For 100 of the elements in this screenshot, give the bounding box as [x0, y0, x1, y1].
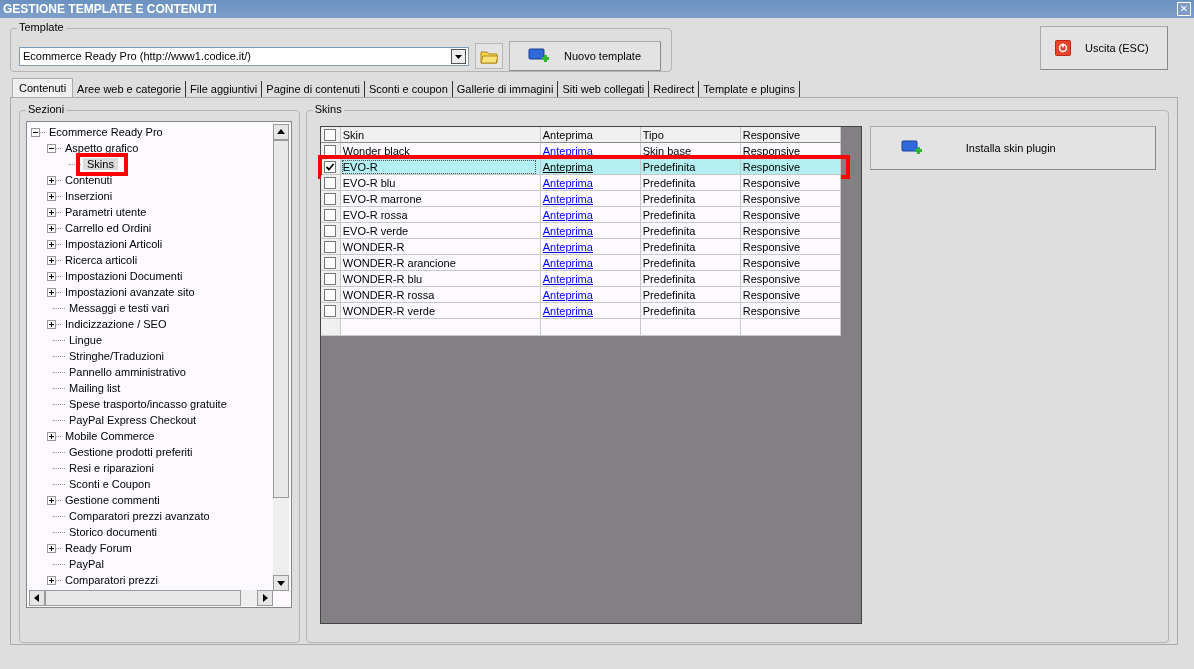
table-row[interactable]: WONDER-R rossa Anteprima Predefinita Responsive	[320, 287, 841, 303]
scroll-thumb[interactable]	[273, 140, 289, 498]
expand-icon[interactable]	[47, 271, 56, 281]
exit-button[interactable]: Uscita (ESC)	[1040, 26, 1168, 70]
tree-item[interactable]: Impostazioni Articoli	[63, 236, 165, 252]
tree-item[interactable]: Ricerca articoli	[63, 252, 140, 268]
scroll-right-icon	[257, 590, 273, 606]
tree-item[interactable]: Gestione prodotti preferiti	[67, 444, 195, 460]
preview-link[interactable]: Anteprima	[542, 256, 593, 269]
table-row[interactable]: WONDER-R arancione Anteprima Predefinita Responsive	[320, 255, 841, 271]
table-row[interactable]: EVO-R marrone Anteprima Predefinita Responsive	[320, 191, 841, 207]
checkbox[interactable]	[324, 288, 337, 301]
checkbox[interactable]	[324, 256, 337, 269]
tree-item[interactable]: Impostazioni Documenti	[63, 268, 185, 284]
tree-item[interactable]: Comparatori prezzi	[63, 572, 160, 588]
table-row[interactable]: WONDER-R Anteprima Predefinita Responsive	[320, 239, 841, 255]
preview-link[interactable]: Anteprima	[542, 192, 593, 205]
tree-item[interactable]: Pannello amministrativo	[67, 364, 188, 380]
preview-link[interactable]: Anteprima	[542, 176, 593, 189]
preview-link[interactable]: Anteprima	[542, 240, 593, 253]
checkbox[interactable]	[324, 224, 337, 237]
table-row[interactable]: WONDER-R blu Anteprima Predefinita Responsive	[320, 271, 841, 287]
table-cell: WONDER-R verde	[342, 304, 436, 317]
tree-item[interactable]: Skins	[83, 157, 118, 170]
table-cell: EVO-R rossa	[342, 208, 408, 221]
tree-item[interactable]: Contenuti	[63, 172, 115, 188]
table-cell: Predefinita	[642, 256, 696, 269]
tree-item[interactable]: Resi e riparazioni	[67, 460, 156, 476]
horizontal-scrollbar[interactable]	[29, 590, 273, 606]
preview-link[interactable]: Anteprima	[542, 144, 593, 157]
tree-item[interactable]: Aspetto grafico	[63, 140, 141, 156]
checkbox[interactable]	[324, 192, 337, 205]
tree-item[interactable]: Parametri utente	[63, 204, 149, 220]
table-cell: Predefinita	[642, 288, 696, 301]
install-skin-plugin-button[interactable]: Installa skin plugin	[869, 126, 1156, 170]
expand-icon[interactable]	[47, 175, 56, 185]
table-row[interactable]: WONDER-R verde Anteprima Predefinita Responsive	[320, 303, 841, 319]
tree-item[interactable]: Comparatori prezzi avanzato	[67, 508, 212, 524]
table-cell: WONDER-R arancione	[342, 256, 456, 269]
preview-link[interactable]: Anteprima	[542, 304, 593, 317]
checkbox[interactable]	[324, 240, 337, 253]
new-template-button[interactable]: Nuovo template	[509, 41, 661, 71]
table-cell: EVO-R marrone	[342, 192, 422, 205]
table-cell: WONDER-R	[342, 240, 405, 253]
tree-item[interactable]: Messaggi e testi vari	[67, 300, 172, 316]
power-icon	[1055, 40, 1071, 56]
expand-icon[interactable]	[47, 543, 56, 553]
table-cell: Responsive	[742, 272, 801, 285]
preview-link[interactable]: Anteprima	[542, 208, 593, 221]
tree-item[interactable]: Impostazioni avanzate sito	[63, 284, 197, 300]
table-cell: Predefinita	[642, 224, 696, 237]
tree-item[interactable]: Mailing list	[67, 380, 123, 396]
checkbox[interactable]	[324, 128, 337, 141]
tree-item[interactable]: Mobile Commerce	[63, 428, 157, 444]
tree-item[interactable]: Ecommerce Ready Pro	[47, 124, 165, 140]
expand-icon[interactable]	[47, 319, 56, 329]
template-dropdown[interactable]: Ecommerce Ready Pro (http://www1.codice.it/)	[19, 46, 469, 66]
tree-item[interactable]: Spese trasporto/incasso gratuite	[67, 396, 229, 412]
tree-item[interactable]: PayPal	[67, 556, 106, 572]
tree-item[interactable]: Ready Forum	[63, 540, 134, 556]
table-row[interactable]: EVO-R rossa Anteprima Predefinita Responsive	[320, 207, 841, 223]
preview-link[interactable]: Anteprima	[542, 160, 593, 173]
tree-item[interactable]: Indicizzazione / SEO	[63, 316, 169, 332]
tree-item[interactable]: Lingue	[67, 332, 105, 348]
expand-icon[interactable]	[47, 207, 56, 217]
expand-icon[interactable]	[47, 191, 56, 201]
preview-link[interactable]: Anteprima	[542, 288, 593, 301]
tree-item[interactable]: Storico documenti	[67, 524, 160, 540]
collapse-icon[interactable]	[31, 127, 40, 137]
tab[interactable]: Contenuti	[12, 78, 74, 98]
checkbox[interactable]	[324, 272, 337, 285]
vertical-scrollbar[interactable]	[273, 124, 289, 591]
tree-item[interactable]: Gestione commenti	[63, 492, 162, 508]
checkbox[interactable]	[324, 160, 337, 173]
tree-item[interactable]: PayPal Express Checkout	[67, 412, 199, 428]
expand-icon[interactable]	[47, 495, 56, 505]
table-cell: Predefinita	[642, 304, 696, 317]
table-cell: Responsive	[742, 160, 801, 173]
tree-item[interactable]: Stringhe/Traduzioni	[67, 348, 166, 364]
preview-link[interactable]: Anteprima	[542, 224, 593, 237]
table-cell: Responsive	[742, 208, 801, 221]
table-row[interactable]: EVO-R blu Anteprima Predefinita Responsive	[320, 175, 841, 191]
expand-icon[interactable]	[47, 255, 56, 265]
checkbox[interactable]	[324, 144, 337, 157]
expand-icon[interactable]	[47, 431, 56, 441]
checkbox[interactable]	[324, 208, 337, 221]
expand-icon[interactable]	[47, 287, 56, 297]
table-row[interactable]: EVO-R verde Anteprima Predefinita Responsive	[320, 223, 841, 239]
checkbox[interactable]	[324, 304, 337, 317]
scroll-thumb[interactable]	[45, 590, 241, 606]
tree-item[interactable]: Sconti e Coupon	[67, 476, 153, 492]
group-label: Skins	[312, 103, 344, 115]
tree-item[interactable]: Inserzioni	[63, 188, 115, 204]
expand-icon[interactable]	[47, 239, 56, 249]
checkbox[interactable]	[324, 176, 337, 189]
preview-link[interactable]: Anteprima	[542, 272, 593, 285]
tree-item[interactable]: Carrello ed Ordini	[63, 220, 154, 236]
expand-icon[interactable]	[47, 223, 56, 233]
expand-icon[interactable]	[47, 575, 56, 585]
collapse-icon[interactable]	[47, 143, 56, 153]
